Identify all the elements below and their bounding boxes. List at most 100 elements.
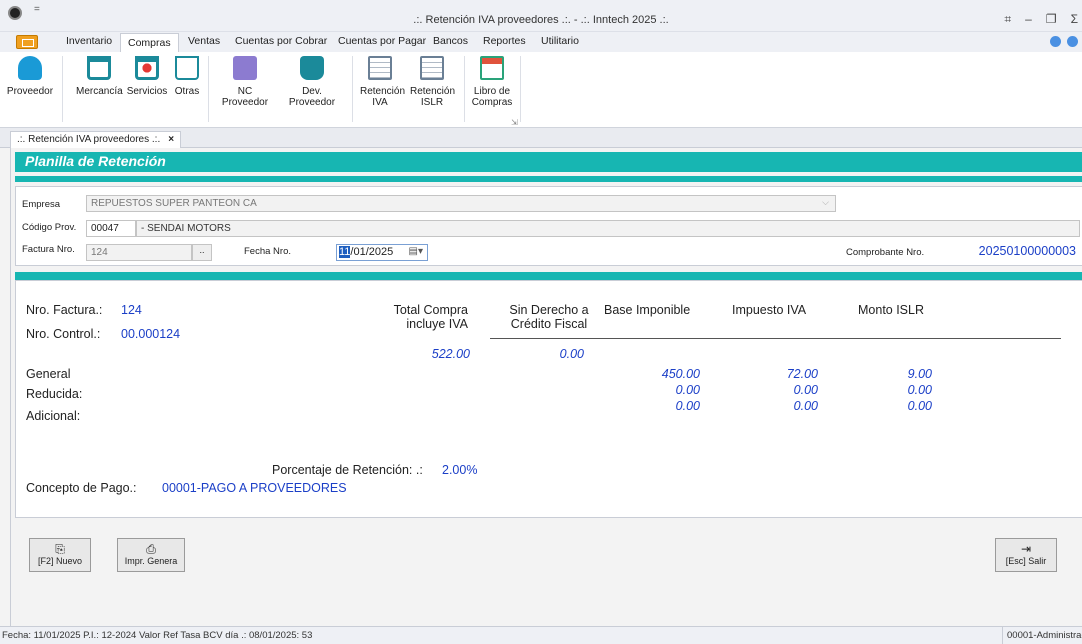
comprobante-value: 20250100000003 (978, 244, 1076, 258)
total-compra-value: 522.00 (431, 347, 470, 361)
nro-control-value: 00.000124 (121, 327, 181, 341)
fecha-date-picker[interactable]: 11/01/2025 ▤▾ (336, 244, 428, 261)
otras-button[interactable]: Otras (170, 56, 204, 97)
col-impuesto-iva: Impuesto IVA (732, 303, 807, 317)
section-divider (15, 272, 1082, 280)
header-divider (15, 176, 1082, 182)
nro-factura-label: Nro. Factura.: (26, 303, 103, 317)
salir-button[interactable]: ⇥ [Esc] Salir (995, 538, 1057, 572)
info-icon[interactable] (1067, 36, 1078, 47)
ribbon-panel: Proveedor Mercancía Servicios Otras NC P… (0, 52, 1082, 128)
supplier-icon (18, 56, 42, 80)
header-rule (490, 338, 1061, 339)
reducida-islr: 0.00 (907, 383, 932, 397)
servicios-button[interactable]: Servicios (124, 56, 170, 97)
calendar-icon[interactable]: ▤▾ (409, 246, 423, 257)
document-tab-retencion-iva[interactable]: .:. Retención IVA proveedores .:. × (10, 131, 182, 149)
sin-derecho-value: 0.00 (559, 347, 584, 361)
ribbon-separator (208, 56, 209, 122)
adicional-iva: 0.00 (793, 399, 818, 413)
row-label-general: General (26, 367, 71, 381)
fecha-label: Fecha Nro. (244, 246, 291, 257)
ribbon-separator (464, 56, 465, 122)
proveedor-button[interactable]: Proveedor (2, 56, 58, 97)
ribbon-tabs: Inventario Compras Ventas Cuentas por Co… (0, 32, 1082, 53)
tab-cuentas-por-cobrar[interactable]: Cuentas por Cobrar (235, 35, 327, 47)
concepto-value: 00001-PAGO A PROVEEDORES (162, 481, 347, 495)
nro-control-label: Nro. Control.: (26, 327, 101, 341)
libro-compras-button[interactable]: Libro de Compras (470, 56, 514, 108)
status-user: 00001-Administrador (1002, 627, 1082, 644)
reducida-base: 0.00 (675, 383, 700, 397)
ribbon-separator (520, 56, 521, 122)
tab-bancos[interactable]: Bancos (433, 35, 468, 47)
porcentaje-value: 2.00% (442, 463, 478, 477)
col-monto-islr: Monto ISLR (858, 303, 925, 317)
ledger-icon (480, 56, 504, 80)
general-iva: 72.00 (786, 367, 818, 381)
imprimir-button[interactable]: ⎙ Impr. Genera (117, 538, 185, 572)
detail-panel: Nro. Factura.: 124 Nro. Control.: 00.000… (15, 280, 1082, 518)
minimize-icon[interactable]: – (1025, 12, 1032, 27)
tab-cuentas-por-pagar[interactable]: Cuentas por Pagar (338, 35, 426, 47)
cart-icon (87, 56, 111, 80)
document-icon (368, 56, 392, 80)
col-sin-derecho: Sin Derecho a Crédito Fiscal (509, 303, 589, 331)
factura-label: Factura Nro. (22, 244, 75, 255)
credit-note-icon (233, 56, 257, 80)
adicional-base: 0.00 (675, 399, 700, 413)
title-bar: = .:. Retención IVA proveedores .:. - .:… (0, 0, 1082, 32)
chevron-down-icon: ⌵ (822, 197, 829, 207)
document-tab-strip: .:. Retención IVA proveedores .:. × (0, 128, 1082, 149)
file-menu-button[interactable] (16, 35, 38, 49)
tab-utilitario[interactable]: Utilitario (541, 35, 579, 47)
document-icon (420, 56, 444, 80)
ribbon-separator (352, 56, 353, 122)
comprobante-label: Comprobante Nro. (846, 247, 925, 258)
ribbon-status-icons (1050, 36, 1078, 47)
action-bar: ⎘ [F2] Nuevo ⎙ Impr. Genera ⇥ [Esc] Sali… (15, 520, 1082, 626)
tab-ventas[interactable]: Ventas (188, 35, 220, 47)
tab-inventario[interactable]: Inventario (66, 35, 112, 47)
status-text: Fecha: 11/01/2025 P.I.: 12-2024 Valor Re… (2, 630, 313, 641)
exit-door-icon: ⇥ (1020, 542, 1032, 556)
ribbon-separator (62, 56, 63, 122)
porcentaje-label: Porcentaje de Retención: .: (272, 463, 423, 477)
dialog-launcher-icon[interactable]: ⇲ (511, 118, 518, 127)
ribbon-options-icon[interactable]: ⌗ (1004, 12, 1011, 27)
reducida-iva: 0.00 (793, 383, 818, 397)
service-cart-icon (135, 56, 159, 80)
window-title: .:. Retención IVA proveedores .:. - .:. … (413, 14, 669, 26)
window-controls: ⌗ – ❐ Σ (1004, 12, 1078, 27)
factura-field[interactable]: 124 (86, 244, 192, 261)
close-window-icon[interactable]: Σ (1071, 12, 1078, 27)
nro-factura-value: 124 (121, 303, 142, 317)
mercancia-button[interactable]: Mercancía (76, 56, 123, 97)
tab-compras[interactable]: Compras (120, 33, 179, 53)
codigo-prov-field[interactable]: 00047 (86, 220, 136, 237)
empresa-select[interactable]: REPUESTOS SUPER PANTEON CA ⌵ (86, 195, 836, 212)
main-content: Planilla de Retención Empresa REPUESTOS … (10, 148, 1082, 626)
proveedor-name-field: - SENDAI MOTORS (136, 220, 1080, 237)
row-label-reducida: Reducida: (26, 387, 83, 401)
factura-lookup-button[interactable]: .. (192, 244, 212, 261)
dev-proveedor-button[interactable]: Dev. Proveedor (278, 56, 346, 108)
col-total-compra: Total Compra incluye IVA (393, 303, 468, 331)
nuevo-button[interactable]: ⎘ [F2] Nuevo (29, 538, 91, 572)
retencion-iva-button[interactable]: Retención IVA (360, 56, 405, 108)
retencion-islr-button[interactable]: Retención ISLR (410, 56, 455, 108)
concepto-label: Concepto de Pago.: (26, 481, 137, 495)
nc-proveedor-button[interactable]: NC Proveedor (214, 56, 276, 108)
other-cart-icon (175, 56, 199, 80)
help-icon[interactable] (1050, 36, 1061, 47)
printer-icon: ⎙ (146, 542, 156, 556)
general-base: 450.00 (661, 367, 700, 381)
close-tab-icon[interactable]: × (168, 134, 174, 145)
row-label-adicional: Adicional: (26, 409, 81, 423)
col-base-imponible: Base Imponible (604, 303, 691, 317)
return-basket-icon (300, 56, 324, 80)
empresa-label: Empresa (22, 199, 61, 210)
tab-reportes[interactable]: Reportes (483, 35, 526, 47)
codigo-prov-label: Código Prov. (22, 222, 77, 233)
restore-icon[interactable]: ❐ (1046, 12, 1057, 27)
